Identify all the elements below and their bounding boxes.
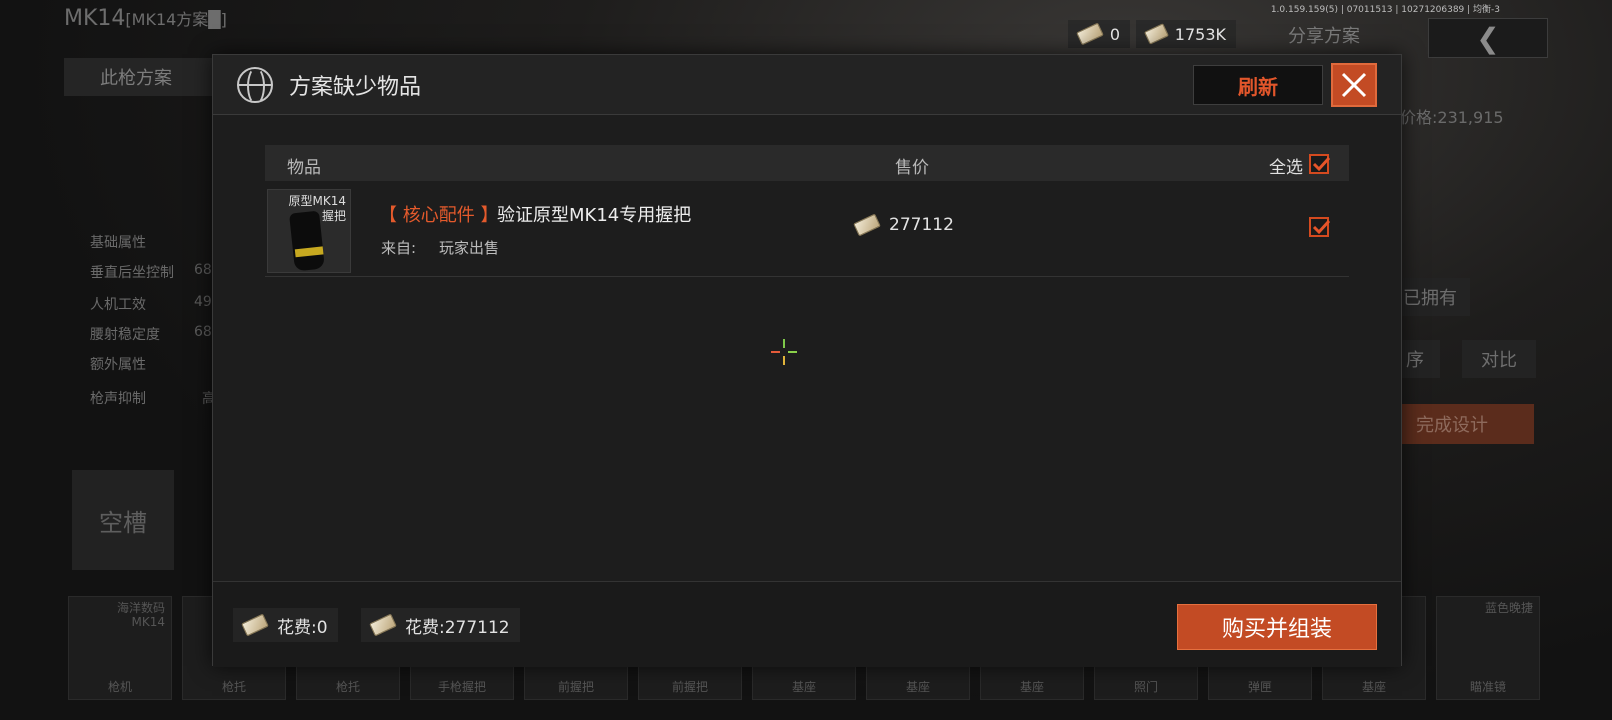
item-name: 验证原型MK14专用握把 <box>497 205 692 226</box>
header-item: 物品 <box>287 158 321 178</box>
row-checkbox[interactable] <box>1309 217 1331 237</box>
total-price: 价格:231,915 <box>1400 108 1504 127</box>
currency-a: 0 <box>1068 20 1130 48</box>
check-icon <box>1312 219 1331 235</box>
attachment-slot[interactable]: 枪机 海洋数码 MK14 <box>68 596 172 700</box>
slot-label: 手枪握把 <box>437 680 486 694</box>
header-select-all: 全选 <box>1269 158 1303 178</box>
close-icon <box>1341 72 1367 98</box>
dialog-footer: 花费:0 花费:277112 购买并组装 <box>213 581 1401 667</box>
grip-image <box>289 210 325 272</box>
cash-icon <box>241 613 269 637</box>
select-all-checkbox[interactable] <box>1309 154 1331 174</box>
close-button[interactable] <box>1331 63 1377 107</box>
weapon-title: MK14[MK14方案█] <box>64 6 227 31</box>
attr-label: 额外属性 <box>90 357 146 373</box>
item-price: 277112 <box>853 213 954 237</box>
slot-label: 前握把 <box>671 680 708 694</box>
back-button[interactable]: ❮ <box>1428 18 1548 58</box>
slot-label: 枪托 <box>335 680 360 694</box>
source-label: 来自: <box>381 239 417 257</box>
slot-label: 枪机 <box>107 680 132 694</box>
table-header: 物品 售价 全选 <box>265 145 1349 181</box>
attr-label: 基础属性 <box>90 235 146 251</box>
missing-items-table: 物品 售价 全选 原型MK14 握把 【 核心配件 】 验证原型MK14专用握把 … <box>265 145 1349 277</box>
weapon-plan-button[interactable]: 此枪方案 <box>64 58 234 96</box>
attachment-slot[interactable]: 瞄准镜 蓝色晚捷 <box>1436 596 1540 700</box>
owned-button[interactable]: 已拥有 <box>1390 278 1470 316</box>
missing-items-dialog: 方案缺少物品 刷新 物品 售价 全选 原型MK14 握把 【 核心配件 】 验证原… <box>212 54 1402 667</box>
slot-label: 照门 <box>1133 680 1158 694</box>
attr-value: 68 <box>194 262 212 278</box>
item-tag: 【 核心配件 】 <box>379 205 499 226</box>
refresh-button[interactable]: 刷新 <box>1193 65 1323 105</box>
compare-button[interactable]: 对比 <box>1462 340 1536 378</box>
slot-label: 基座 <box>791 680 816 694</box>
share-plan-button[interactable]: 分享方案 <box>1288 22 1360 48</box>
attr-value: 68 <box>194 324 212 340</box>
slot-label: 枪托 <box>221 680 246 694</box>
empty-slot[interactable]: 空槽 <box>72 470 174 570</box>
slot-label: 弹匣 <box>1247 680 1272 694</box>
dialog-title: 方案缺少物品 <box>289 75 422 100</box>
chevron-left-icon: ❮ <box>1476 21 1500 55</box>
slot-item-name: 蓝色晚捷 <box>1484 601 1533 615</box>
slot-label: 基座 <box>1361 680 1386 694</box>
slot-item-name: 海洋数码 MK14 <box>116 601 165 629</box>
buy-and-assemble-button[interactable]: 购买并组装 <box>1177 604 1377 650</box>
cash-icon <box>1144 23 1169 45</box>
attr-label: 人机工效 <box>90 297 146 313</box>
cash-icon <box>1076 22 1104 46</box>
attr-label: 垂直后坐控制 <box>90 265 174 281</box>
slot-label: 前握把 <box>557 680 594 694</box>
table-row[interactable]: 原型MK14 握把 【 核心配件 】 验证原型MK14专用握把 来自: 玩家出售 … <box>265 181 1349 277</box>
item-thumbnail: 原型MK14 握把 <box>267 189 351 273</box>
attr-label: 腰射稳定度 <box>90 327 160 343</box>
check-icon <box>1312 156 1331 172</box>
slot-label: 基座 <box>905 680 930 694</box>
crosshair-icon <box>771 339 797 365</box>
source-value: 玩家出售 <box>439 239 500 257</box>
cost-currency-a: 花费:0 <box>233 608 338 642</box>
cash-icon <box>853 213 881 237</box>
cost-currency-b: 花费:277112 <box>361 608 520 642</box>
version-text: 1.0.159.159(5) | 07011513 | 10271206389 … <box>1270 5 1500 15</box>
cash-icon <box>369 613 397 637</box>
globe-icon <box>237 67 273 105</box>
currency-b: 1753K <box>1136 20 1236 48</box>
slot-label: 瞄准镜 <box>1469 680 1506 694</box>
attr-value: 49 <box>194 294 212 310</box>
attr-label: 枪声抑制 <box>90 391 146 407</box>
header-price: 售价 <box>895 158 929 178</box>
slot-label: 基座 <box>1019 680 1044 694</box>
dialog-header: 方案缺少物品 刷新 <box>213 55 1401 115</box>
